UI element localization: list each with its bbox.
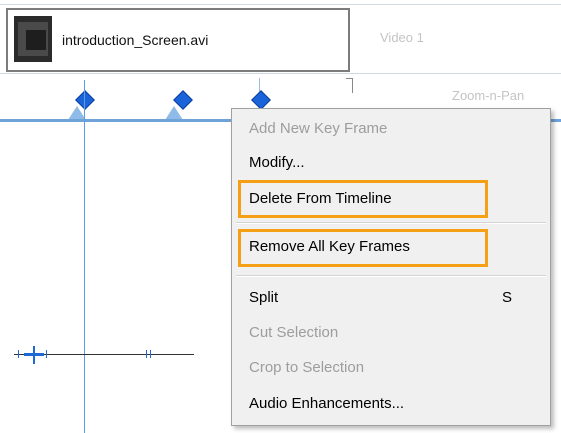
menu-item-label: Crop to Selection (249, 359, 365, 376)
menu-item-label: Cut Selection (249, 324, 339, 341)
menu-item-split[interactable]: Split S (232, 281, 550, 315)
menu-item-add-new-key-frame[interactable]: Add New Key Frame (232, 112, 550, 146)
video-clip[interactable]: introduction_Screen.avi (6, 8, 350, 72)
menu-item-label: Add New Key Frame (249, 120, 388, 137)
clip-filename: introduction_Screen.avi (62, 32, 209, 48)
audio-tick (18, 350, 19, 358)
highlight-box (238, 229, 488, 267)
menu-item-cut-selection[interactable]: Cut Selection (232, 316, 550, 350)
track-label-zoom: Zoom-n-Pan (452, 88, 525, 103)
audio-marker-icon (24, 353, 44, 356)
audio-tick (146, 350, 147, 358)
menu-item-label: Modify... (249, 154, 305, 171)
menu-separator (236, 275, 546, 277)
timeline-top-rule (0, 4, 561, 5)
video-thumbnail-icon (14, 16, 52, 62)
menu-item-modify[interactable]: Modify... (232, 146, 550, 180)
zoom-range-end (346, 78, 353, 93)
menu-item-label: Split (249, 289, 279, 306)
audio-tick (150, 350, 151, 358)
menu-item-crop-to-selection[interactable]: Crop to Selection (232, 351, 550, 385)
track-label-video: Video 1 (380, 30, 424, 45)
playhead-line[interactable] (84, 80, 85, 433)
menu-item-label: Audio Enhancements... (249, 395, 405, 412)
highlight-box (238, 180, 488, 218)
context-menu: Add New Key Frame Modify... Delete From … (231, 108, 551, 426)
menu-item-shortcut: S (501, 289, 512, 306)
audio-tick (46, 350, 47, 358)
menu-separator (236, 222, 546, 224)
track-divider (0, 73, 561, 74)
menu-item-audio-enhancements[interactable]: Audio Enhancements... (232, 387, 550, 421)
